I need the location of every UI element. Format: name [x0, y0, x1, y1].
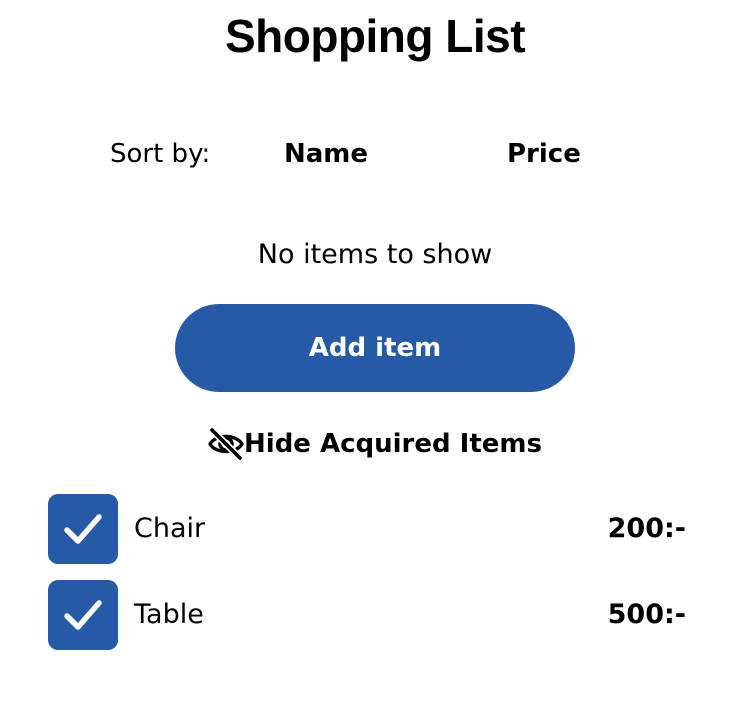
list-item: Table 500:-: [0, 580, 750, 652]
empty-list-message: No items to show: [257, 239, 493, 270]
checkmark-icon: [64, 514, 102, 544]
hide-acquired-label: Hide Acquired Items: [244, 429, 542, 459]
item-checkbox[interactable]: [48, 580, 118, 650]
sort-by-label: Sort by:: [110, 139, 211, 169]
item-price: 200:-: [607, 513, 686, 544]
list-item: Chair 200:-: [0, 494, 750, 566]
hide-acquired-toggle[interactable]: Hide Acquired Items: [0, 424, 750, 464]
item-price: 500:-: [607, 599, 686, 630]
item-checkbox[interactable]: [48, 494, 118, 564]
page-title: Shopping List: [224, 10, 526, 62]
sort-by-price-button[interactable]: Price: [507, 134, 581, 174]
eye-slash-icon: [208, 426, 244, 462]
sort-bar: Sort by: Name Price: [0, 134, 750, 174]
add-item-button[interactable]: Add item: [175, 304, 575, 392]
sort-by-name-button[interactable]: Name: [284, 134, 368, 174]
item-name: Table: [134, 599, 204, 630]
checkmark-icon: [64, 600, 102, 630]
item-name: Chair: [134, 513, 206, 544]
